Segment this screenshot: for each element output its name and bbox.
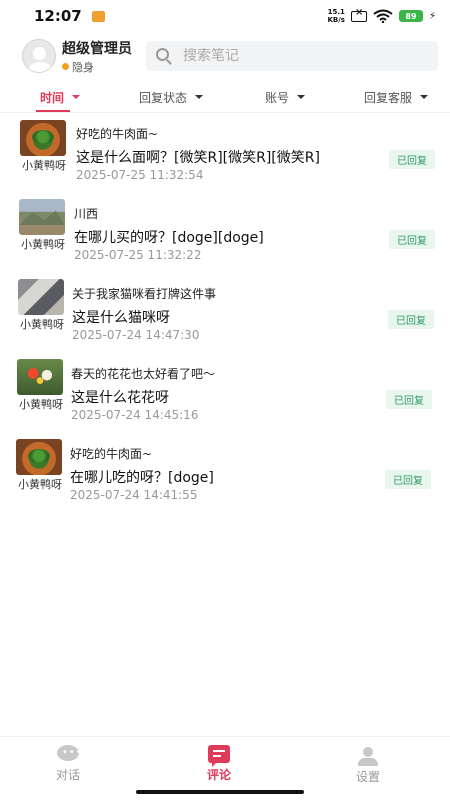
user-name: 超级管理员 <box>62 40 132 57</box>
network-speed-value: 15.1 <box>327 8 345 16</box>
status-badge: 已回复 <box>389 150 435 169</box>
comment-text: 这是什么面啊？[微笑R][微笑R][微笑R] <box>76 150 320 166</box>
caret-down-icon <box>72 95 81 99</box>
post-title: 好吃的牛肉面~ <box>76 127 159 141</box>
filter-reply-status-label: 回复状态 <box>139 90 188 105</box>
bottom-tab-bar: ••• 对话 评论 设置 <box>0 736 450 786</box>
status-bar: 12:07 15.1 KB/s 89 ⚡ <box>0 0 450 32</box>
filter-reply-agent-label: 回复客服 <box>364 90 413 105</box>
comment-text: 在哪儿买的呀？[doge][doge] <box>74 230 264 246</box>
status-time: 12:07 <box>34 7 82 25</box>
note-image <box>17 359 63 395</box>
person-icon <box>357 747 379 766</box>
user-status-label: 隐身 <box>72 60 94 74</box>
comment-time: 2025-07-24 14:45:16 <box>71 408 199 422</box>
comment-item[interactable]: 小黄鸭呀 关于我家猫咪看打牌这件事 这是什么猫咪呀 2025-07-24 14:… <box>0 276 450 356</box>
note-image <box>19 199 65 235</box>
home-indicator[interactable] <box>136 790 304 794</box>
search-box[interactable] <box>146 41 438 71</box>
comment-author: 小黄鸭呀 <box>18 478 62 491</box>
filter-time-label: 时间 <box>40 90 65 105</box>
comment-text: 这是什么花花呀 <box>71 390 169 406</box>
post-title: 好吃的牛肉面~ <box>70 447 153 461</box>
comment-text: 这是什么猫咪呀 <box>72 310 170 326</box>
status-badge: 已回复 <box>386 390 432 409</box>
post-thumbnail[interactable]: 小黄鸭呀 <box>19 199 67 252</box>
comment-time: 2025-07-24 14:41:55 <box>70 488 198 502</box>
tab-chat-label: 对话 <box>56 768 81 782</box>
post-title: 春天的花花也太好看了吧～ <box>71 367 216 381</box>
comment-author: 小黄鸭呀 <box>19 398 63 411</box>
charging-icon: ⚡ <box>428 10 436 22</box>
post-title: 川西 <box>74 207 99 221</box>
comment-time: 2025-07-24 14:47:30 <box>72 328 200 342</box>
caret-down-icon <box>420 95 429 99</box>
filter-reply-status[interactable]: 回复状态 <box>139 89 204 106</box>
filter-bar: 时间 回复状态 账号 回复客服 <box>0 84 450 110</box>
caret-down-icon <box>297 95 306 99</box>
tab-comments[interactable]: 评论 <box>207 745 231 783</box>
comment-item[interactable]: 小黄鸭呀 好吃的牛肉面~ 在哪儿吃的呀？[doge] 2025-07-24 14… <box>0 436 450 516</box>
search-input[interactable] <box>183 48 383 64</box>
wifi-icon <box>373 9 393 23</box>
header: 超级管理员 隐身 <box>0 36 450 76</box>
tab-chat[interactable]: ••• 对话 <box>56 745 82 783</box>
post-thumbnail[interactable]: 小黄鸭呀 <box>20 120 68 173</box>
network-speed: 15.1 KB/s <box>327 8 344 24</box>
tab-settings-label: 设置 <box>356 770 381 784</box>
comment-text: 在哪儿吃的呀？[doge] <box>70 470 214 486</box>
status-badge: 已回复 <box>389 230 435 249</box>
post-thumbnail[interactable]: 小黄鸭呀 <box>17 359 65 412</box>
comment-time: 2025-07-25 11:32:54 <box>76 168 204 182</box>
user-status[interactable]: 隐身 <box>62 59 132 75</box>
search-icon <box>156 47 173 65</box>
post-thumbnail[interactable]: 小黄鸭呀 <box>18 279 66 332</box>
status-indicators: 15.1 KB/s 89 ⚡ <box>327 7 436 25</box>
note-image <box>18 279 64 315</box>
divider <box>0 112 450 113</box>
comment-author: 小黄鸭呀 <box>22 159 66 172</box>
filter-account-label: 账号 <box>265 90 290 105</box>
no-sim-icon <box>350 7 367 22</box>
avatar[interactable] <box>22 39 56 73</box>
caret-down-icon <box>195 95 204 99</box>
tab-comments-label: 评论 <box>207 768 232 782</box>
network-speed-unit: KB/s <box>327 16 345 24</box>
status-badge: 已回复 <box>388 310 434 329</box>
comment-author: 小黄鸭呀 <box>20 318 64 331</box>
app-notification-icon <box>91 10 105 22</box>
battery-icon: 89 <box>398 10 423 22</box>
comment-item[interactable]: 小黄鸭呀 川西 在哪儿买的呀？[doge][doge] 2025-07-25 1… <box>0 196 450 276</box>
note-image <box>20 120 66 156</box>
note-image <box>16 439 62 475</box>
filter-reply-agent[interactable]: 回复客服 <box>364 89 429 106</box>
chat-icon: ••• <box>57 745 82 763</box>
comment-item[interactable]: 小黄鸭呀 好吃的牛肉面~ 这是什么面啊？[微笑R][微笑R][微笑R] 2025… <box>0 116 450 196</box>
status-badge: 已回复 <box>385 470 431 489</box>
status-dot-icon <box>62 63 69 70</box>
tab-settings[interactable]: 设置 <box>356 747 380 785</box>
post-thumbnail[interactable]: 小黄鸭呀 <box>16 439 64 492</box>
filter-account[interactable]: 账号 <box>265 89 306 106</box>
comment-time: 2025-07-25 11:32:22 <box>74 248 202 262</box>
filter-time[interactable]: 时间 <box>40 89 81 106</box>
comment-icon <box>208 745 230 767</box>
user-info[interactable]: 超级管理员 隐身 <box>62 38 132 75</box>
post-title: 关于我家猫咪看打牌这件事 <box>72 287 217 301</box>
comment-item[interactable]: 小黄鸭呀 春天的花花也太好看了吧～ 这是什么花花呀 2025-07-24 14:… <box>0 356 450 436</box>
comment-author: 小黄鸭呀 <box>21 238 65 251</box>
